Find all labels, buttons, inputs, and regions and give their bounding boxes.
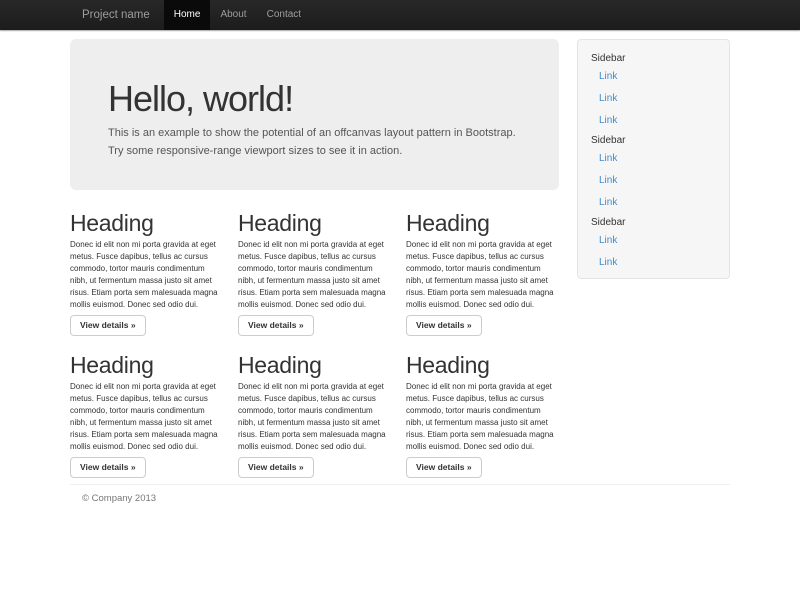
sidebar-group: Sidebar Link Link Link xyxy=(591,134,716,214)
sidebar-link[interactable]: Link xyxy=(591,230,716,252)
content-tile: Heading Donec id elit non mi porta gravi… xyxy=(238,211,390,336)
view-details-button[interactable]: View details » xyxy=(238,315,314,336)
sidebar-link[interactable]: Link xyxy=(591,252,716,274)
tile-body: Donec id elit non mi porta gravida at eg… xyxy=(406,381,558,453)
nav-item[interactable]: Home xyxy=(164,0,211,30)
content-column: Hello, world! This is an example to show… xyxy=(70,39,559,478)
sidebar-link[interactable]: Link xyxy=(591,110,716,132)
main-row: Hello, world! This is an example to show… xyxy=(70,39,730,478)
navbar-container: Project name Home About Contact xyxy=(70,0,730,30)
sidebar-link[interactable]: Link xyxy=(591,170,716,192)
jumbotron: Hello, world! This is an example to show… xyxy=(70,39,559,190)
sidebar-link[interactable]: Link xyxy=(591,148,716,170)
sidebar-group: Sidebar Link Link Link xyxy=(591,52,716,132)
view-details-button[interactable]: View details » xyxy=(406,315,482,336)
tile-heading: Heading xyxy=(70,211,222,236)
sidebar-link[interactable]: Link xyxy=(591,66,716,88)
tile-body: Donec id elit non mi porta gravida at eg… xyxy=(70,381,222,453)
tile-heading: Heading xyxy=(238,211,390,236)
tile-body: Donec id elit non mi porta gravida at eg… xyxy=(238,381,390,453)
tiles-grid: Heading Donec id elit non mi porta gravi… xyxy=(70,211,559,478)
view-details-button[interactable]: View details » xyxy=(70,315,146,336)
sidebar-heading: Sidebar xyxy=(591,52,716,66)
sidebar: Sidebar Link Link Link Sidebar Link Lin xyxy=(577,39,730,279)
jumbotron-text: This is an example to show the potential… xyxy=(108,124,521,160)
sidebar-heading: Sidebar xyxy=(591,134,716,148)
page-title: Hello, world! xyxy=(108,79,521,119)
tile-heading: Heading xyxy=(406,211,558,236)
tile-heading: Heading xyxy=(406,353,558,378)
content-tile: Heading Donec id elit non mi porta gravi… xyxy=(70,211,222,336)
tile-heading: Heading xyxy=(70,353,222,378)
nav-item[interactable]: About xyxy=(210,0,256,30)
tile-body: Donec id elit non mi porta gravida at eg… xyxy=(70,239,222,311)
view-details-button[interactable]: View details » xyxy=(238,457,314,478)
tile-body: Donec id elit non mi porta gravida at eg… xyxy=(238,239,390,311)
main-nav: Home About Contact xyxy=(164,0,311,30)
sidebar-group: Sidebar Link Link xyxy=(591,216,716,274)
tile-heading: Heading xyxy=(238,353,390,378)
page-container: Hello, world! This is an example to show… xyxy=(70,39,730,505)
sidebar-link[interactable]: Link xyxy=(591,192,716,214)
page-footer: © Company 2013 xyxy=(70,492,730,505)
view-details-button[interactable]: View details » xyxy=(406,457,482,478)
content-tile: Heading Donec id elit non mi porta gravi… xyxy=(406,211,558,336)
brand-link[interactable]: Project name xyxy=(70,0,162,30)
copyright-text: © Company 2013 xyxy=(70,492,730,505)
content-tile: Heading Donec id elit non mi porta gravi… xyxy=(406,353,558,478)
sidebar-link[interactable]: Link xyxy=(591,88,716,110)
view-details-button[interactable]: View details » xyxy=(70,457,146,478)
top-navbar: Project name Home About Contact xyxy=(0,0,800,30)
content-tile: Heading Donec id elit non mi porta gravi… xyxy=(238,353,390,478)
content-tile: Heading Donec id elit non mi porta gravi… xyxy=(70,353,222,478)
footer-divider xyxy=(70,484,730,485)
nav-item[interactable]: Contact xyxy=(257,0,311,30)
sidebar-heading: Sidebar xyxy=(591,216,716,230)
tile-body: Donec id elit non mi porta gravida at eg… xyxy=(406,239,558,311)
